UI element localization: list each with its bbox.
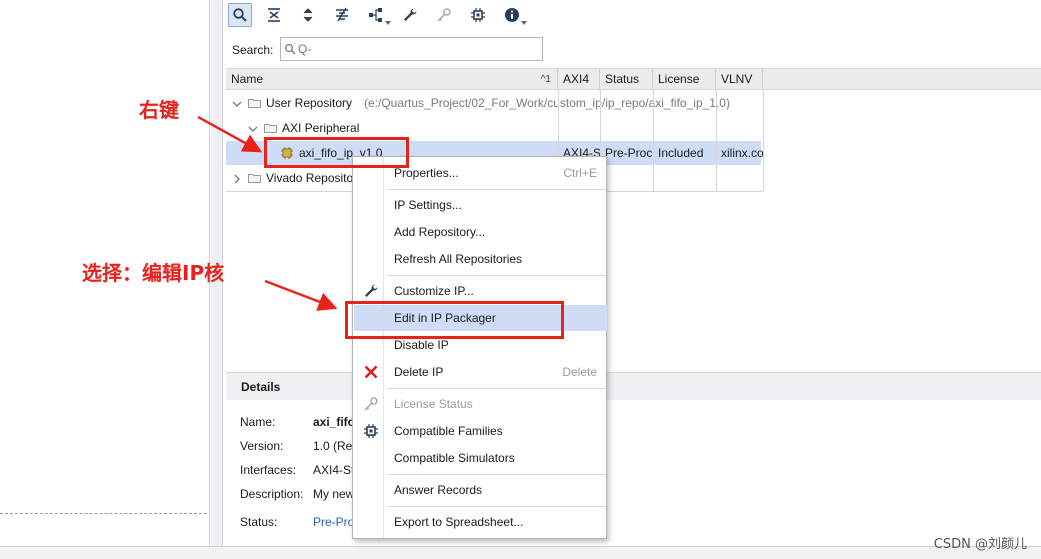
- column-divider: [763, 90, 764, 191]
- details-value-interfaces: AXI4-St: [313, 463, 355, 477]
- tree-row-path: (e:/Quartus_Project/02_For_Work/custom_i…: [364, 96, 730, 110]
- expand-all-button[interactable]: [296, 3, 320, 27]
- cell-status: Pre-Proc: [605, 146, 653, 160]
- search-toggle-button[interactable]: [228, 3, 252, 27]
- hierarchy-button[interactable]: [364, 3, 391, 27]
- column-header-vlnv[interactable]: VLNV: [716, 69, 763, 90]
- menu-item-label: IP Settings...: [394, 198, 462, 212]
- menu-item-delete-ip[interactable]: Delete IP Delete: [354, 359, 607, 385]
- menu-item-label: Refresh All Repositories: [394, 252, 523, 266]
- chevron-down-icon[interactable]: [248, 124, 258, 134]
- menu-separator: [387, 189, 605, 190]
- tree-row-label: Vivado Repository: [266, 171, 364, 185]
- ip-info-button[interactable]: [500, 3, 527, 27]
- column-divider: [653, 90, 654, 191]
- menu-item-refresh-all-repositories[interactable]: Refresh All Repositories: [354, 246, 607, 272]
- details-value-version: 1.0 (Re: [313, 439, 353, 453]
- chip-icon: [364, 424, 378, 438]
- watermark: CSDN @刘颜儿: [933, 537, 1027, 552]
- expand-all-icon: [303, 8, 313, 22]
- search-icon: [233, 8, 247, 22]
- menu-item-label: Export to Spreadsheet...: [394, 515, 524, 529]
- ip-catalog-pane: Search: Name ^1 AXI4 Status License VLNV…: [224, 0, 1041, 546]
- annotation-right-click: 右键: [139, 98, 179, 122]
- search-field[interactable]: [280, 37, 543, 61]
- details-label-status: Status:: [240, 515, 278, 529]
- menu-item-label: Answer Records: [394, 483, 483, 497]
- folder-icon: [248, 174, 261, 183]
- menu-item-export-to-spreadsheet[interactable]: Export to Spreadsheet...: [354, 509, 607, 535]
- license-button[interactable]: [432, 3, 456, 27]
- column-header-name-label: Name: [231, 72, 264, 86]
- pane-divider-dashed: [0, 513, 207, 514]
- column-header-license[interactable]: License: [653, 69, 716, 90]
- cell-license: Included: [658, 146, 704, 160]
- chevron-right-icon[interactable]: [232, 174, 242, 184]
- tree-row-label: User Repository: [266, 96, 353, 110]
- menu-item-ip-settings[interactable]: IP Settings...: [354, 192, 607, 218]
- chip-icon: [471, 8, 485, 22]
- search-label: Search:: [232, 43, 274, 57]
- menu-item-label: Compatible Simulators: [394, 451, 515, 465]
- key-icon: [364, 397, 378, 411]
- search-input[interactable]: [296, 42, 526, 56]
- red-x-icon: [364, 365, 378, 379]
- menu-item-label: Compatible Families: [394, 424, 503, 438]
- details-label-name: Name:: [240, 415, 276, 429]
- context-menu: Properties... Ctrl+E IP Settings... Add …: [352, 156, 607, 539]
- menu-separator: [387, 275, 605, 276]
- menu-item-compatible-simulators[interactable]: Compatible Simulators: [354, 445, 607, 471]
- details-label-version: Version:: [240, 439, 284, 453]
- annotation-select-edit: 选择：编辑IP核: [82, 261, 225, 285]
- menu-item-shortcut: Ctrl+E: [563, 166, 597, 180]
- details-label-interfaces: Interfaces:: [240, 463, 297, 477]
- info-icon: [505, 8, 519, 22]
- menu-item-license-status[interactable]: License Status: [354, 391, 607, 417]
- menu-item-shortcut: Delete: [562, 365, 597, 379]
- menu-item-label: Delete IP: [394, 365, 444, 379]
- menu-item-compatible-families[interactable]: Compatible Families: [354, 418, 607, 444]
- details-label-description: Description:: [240, 487, 304, 501]
- collapse-all-icon: [268, 8, 280, 22]
- filter-icon: [336, 7, 348, 22]
- status-strip: [0, 546, 1041, 559]
- wrench-icon: [365, 284, 378, 297]
- filter-button[interactable]: [330, 3, 354, 27]
- key-icon: [437, 8, 451, 22]
- tree-row-user-repository[interactable]: User Repository (e:/Quartus_Project/02_F…: [226, 91, 761, 115]
- menu-item-answer-records[interactable]: Answer Records: [354, 477, 607, 503]
- column-divider: [716, 90, 717, 191]
- details-header: Details: [226, 372, 1041, 400]
- collapse-all-button[interactable]: [262, 3, 286, 27]
- cell-vlnv: xilinx.co: [721, 146, 764, 160]
- menu-item-add-repository[interactable]: Add Repository...: [354, 219, 607, 245]
- details-value-name: axi_fifo: [313, 415, 356, 429]
- menu-item-label: Add Repository...: [394, 225, 486, 239]
- menu-separator: [387, 388, 605, 389]
- annotation-box-menu-item: [345, 301, 564, 339]
- column-header-axi4[interactable]: AXI4: [558, 69, 600, 90]
- ip-table-header: Name ^1 AXI4 Status License VLNV: [226, 68, 1041, 90]
- menu-separator: [387, 474, 605, 475]
- details-title: Details: [241, 380, 281, 394]
- folder-icon: [248, 99, 261, 108]
- annotation-box-ip-item: [264, 137, 409, 168]
- details-value-description: My new: [313, 487, 355, 501]
- compatible-families-button[interactable]: [466, 3, 490, 27]
- column-header-status[interactable]: Status: [600, 69, 653, 90]
- ip-catalog-toolbar: [228, 2, 534, 28]
- menu-separator: [387, 506, 605, 507]
- chevron-down-icon[interactable]: [232, 99, 242, 109]
- menu-item-label: License Status: [394, 397, 473, 411]
- column-header-name[interactable]: Name ^1: [226, 69, 558, 90]
- details-value-status[interactable]: Pre-Pro: [313, 515, 354, 529]
- hierarchy-icon: [369, 8, 382, 22]
- wrench-icon: [404, 8, 417, 21]
- search-icon: [284, 43, 296, 55]
- customize-ip-button[interactable]: [398, 3, 422, 27]
- folder-icon: [264, 124, 277, 133]
- sort-indicator: ^1: [540, 74, 551, 85]
